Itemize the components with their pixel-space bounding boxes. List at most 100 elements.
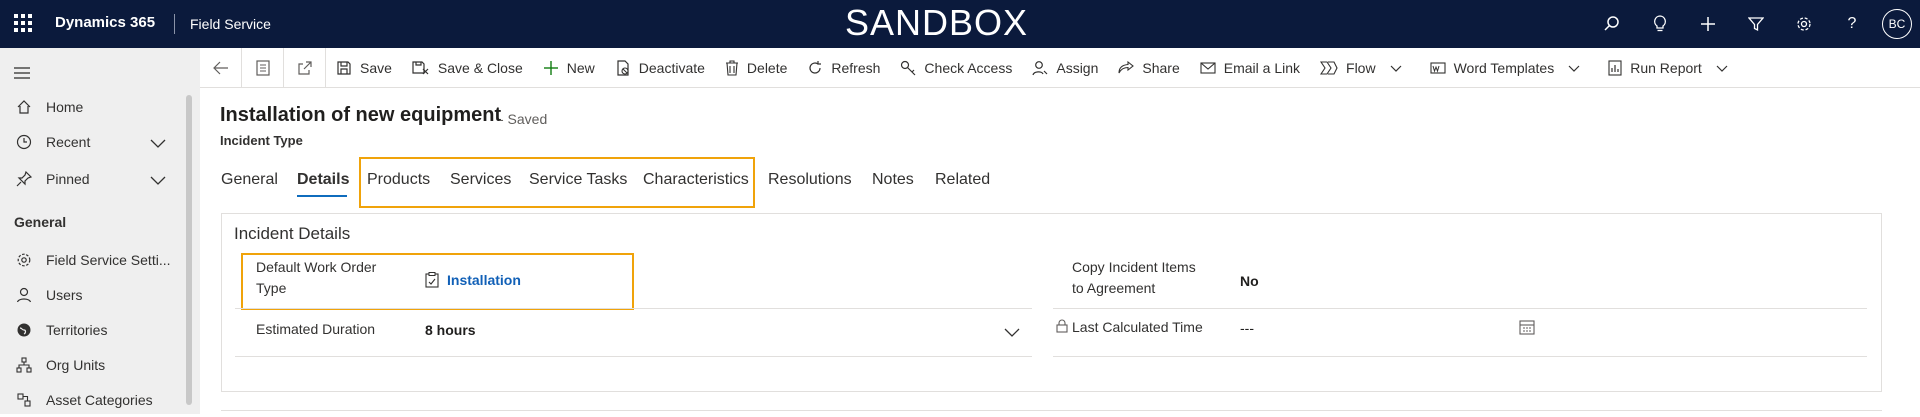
home-icon <box>12 99 36 115</box>
nav-scrollbar[interactable] <box>186 95 192 405</box>
run-report-label: Run Report <box>1630 59 1702 76</box>
command-bar: Save Save & Close New Deactivate Delete … <box>200 47 1920 88</box>
chevron-down-icon[interactable] <box>150 173 166 189</box>
chevron-down-icon[interactable] <box>1390 60 1410 76</box>
app-name[interactable]: Dynamics 365 <box>55 14 155 31</box>
highlight-box <box>241 253 634 310</box>
run-report-button[interactable]: Run Report <box>1598 48 1746 88</box>
assign-button[interactable]: Assign <box>1022 48 1108 88</box>
avatar[interactable]: BC <box>1882 9 1912 39</box>
divider <box>1053 356 1867 357</box>
share-icon <box>1118 60 1135 73</box>
chevron-down-icon[interactable] <box>1004 325 1020 343</box>
app-launcher-icon[interactable] <box>14 14 32 32</box>
field-label: Last Calculated Time <box>1072 319 1203 335</box>
divider <box>1053 308 1867 309</box>
lock-icon <box>1056 319 1068 338</box>
open-new-window-button[interactable] <box>284 47 326 88</box>
field-label-line: to Agreement <box>1072 280 1156 296</box>
nav-group-header: General <box>14 214 67 230</box>
save-label: Save <box>360 59 392 76</box>
email-link-label: Email a Link <box>1223 59 1301 76</box>
divider <box>174 14 175 34</box>
environment-banner: SANDBOX <box>845 2 1029 43</box>
word-templates-button[interactable]: Word Templates <box>1420 48 1599 88</box>
highlight-box <box>359 157 755 208</box>
flow-label: Flow <box>1346 59 1376 76</box>
nav-item-users[interactable]: Users <box>0 278 190 312</box>
plus-icon[interactable] <box>1684 0 1732 48</box>
nav-item-label: Field Service Setti... <box>46 252 171 268</box>
help-icon[interactable]: ? <box>1828 0 1876 48</box>
key-icon <box>901 60 916 75</box>
delete-button[interactable]: Delete <box>715 48 797 88</box>
nav-item-label: Asset Categories <box>46 392 153 408</box>
email-link-button[interactable]: Email a Link <box>1190 48 1310 88</box>
deactivate-label: Deactivate <box>638 59 705 76</box>
sitemap-nav: Home Recent Pinned General Field Service… <box>0 48 200 414</box>
refresh-label: Refresh <box>831 59 881 76</box>
share-label: Share <box>1142 59 1180 76</box>
field-label: Estimated Duration <box>256 321 376 337</box>
save-icon <box>337 60 351 75</box>
nav-item-pinned[interactable]: Pinned <box>0 162 190 196</box>
deactivate-button[interactable]: Deactivate <box>605 48 715 88</box>
clock-icon <box>12 134 36 150</box>
nav-item-recent[interactable]: Recent <box>0 125 190 159</box>
globe-icon <box>12 322 36 338</box>
chevron-down-icon[interactable] <box>150 136 166 152</box>
flow-button[interactable]: Flow <box>1310 48 1420 88</box>
nav-item-asset-categories[interactable]: Asset Categories <box>0 383 190 417</box>
hamburger-icon[interactable] <box>14 66 30 84</box>
back-button[interactable] <box>200 47 242 88</box>
search-icon[interactable] <box>1588 0 1636 48</box>
divider <box>235 308 1032 309</box>
tab-resolutions[interactable]: Resolutions <box>768 171 852 189</box>
active-tab-indicator <box>297 195 347 197</box>
nav-item-label: Org Units <box>46 357 106 373</box>
new-button[interactable]: New <box>533 48 605 88</box>
trash-icon <box>725 59 738 76</box>
form-selector-button[interactable] <box>242 47 284 88</box>
lightbulb-icon[interactable] <box>1636 0 1684 48</box>
tab-general[interactable]: General <box>221 171 278 189</box>
nav-item-field-service-settings[interactable]: Field Service Setti... <box>0 243 190 277</box>
refresh-button[interactable]: Refresh <box>797 48 890 88</box>
flow-icon <box>1320 60 1338 75</box>
org-chart-icon <box>12 357 36 373</box>
refresh-icon <box>809 60 822 74</box>
person-icon <box>12 287 36 303</box>
save-close-button[interactable]: Save & Close <box>402 48 533 88</box>
nav-item-home[interactable]: Home <box>0 90 190 124</box>
deactivate-icon <box>617 59 629 76</box>
new-label: New <box>566 59 595 76</box>
chevron-down-icon[interactable] <box>1568 60 1588 76</box>
nav-item-org-units[interactable]: Org Units <box>0 348 190 382</box>
copy-incident-items-value[interactable]: No <box>1240 273 1259 289</box>
check-access-button[interactable]: Check Access <box>890 48 1022 88</box>
filter-icon[interactable] <box>1732 0 1780 48</box>
nav-item-label: Recent <box>46 134 91 150</box>
pin-icon <box>12 171 36 187</box>
next-section <box>221 410 1882 414</box>
field-label-line: Copy Incident Items <box>1072 259 1196 275</box>
estimated-duration-select[interactable]: 8 hours <box>425 322 476 338</box>
save-status: - Saved <box>499 111 548 127</box>
nav-item-label: Territories <box>46 322 108 338</box>
tab-related[interactable]: Related <box>935 171 990 189</box>
gear-icon[interactable] <box>1780 0 1828 48</box>
section-title: Incident Details <box>234 224 351 243</box>
share-button[interactable]: Share <box>1108 48 1189 88</box>
tab-details[interactable]: Details <box>297 171 349 189</box>
tab-notes[interactable]: Notes <box>872 171 914 189</box>
calendar-icon[interactable] <box>1519 319 1535 340</box>
chevron-down-icon[interactable] <box>1716 60 1736 76</box>
save-close-label: Save & Close <box>437 59 523 76</box>
area-name[interactable]: Field Service <box>190 16 271 32</box>
entity-name: Incident Type <box>220 133 303 148</box>
assign-person-icon <box>1032 60 1048 75</box>
save-button[interactable]: Save <box>326 48 402 88</box>
gear-icon <box>12 252 36 268</box>
word-icon <box>1430 61 1446 74</box>
nav-item-territories[interactable]: Territories <box>0 313 190 347</box>
